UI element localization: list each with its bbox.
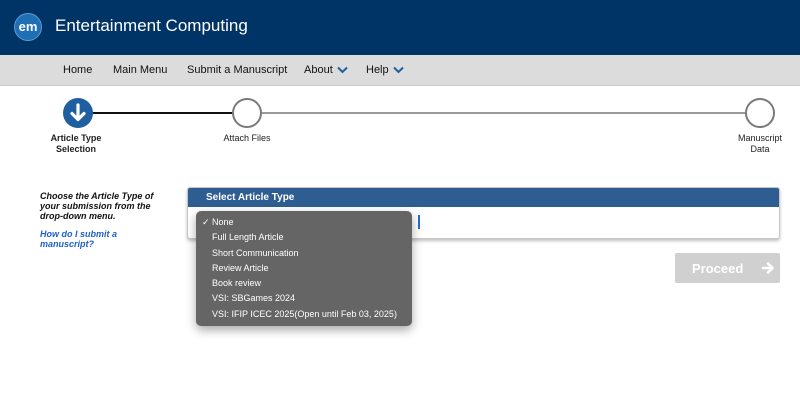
step-3-circle — [745, 98, 775, 128]
dropdown-option-full-length-article[interactable]: Full Length Article — [196, 230, 412, 245]
proceed-button[interactable]: Proceed — [675, 253, 780, 283]
top-header: em Entertainment Computing — [0, 0, 800, 55]
article-type-select[interactable] — [418, 215, 420, 229]
step-connector-pending — [248, 112, 760, 114]
arrow-down-icon — [70, 103, 86, 122]
step-2-circle — [232, 98, 262, 128]
instruction-text: Choose the Article Type of your submissi… — [40, 191, 154, 221]
nav-main-menu[interactable]: Main Menu — [113, 64, 167, 76]
arrow-right-icon — [761, 262, 774, 274]
nav-about[interactable]: About — [304, 64, 333, 76]
dropdown-option-review-article[interactable]: Review Article — [196, 261, 412, 276]
dropdown-option-vsi-sbgames[interactable]: VSI: SBGames 2024 — [196, 291, 412, 306]
step-3-label: Manuscript Data — [737, 133, 782, 154]
nav-home[interactable]: Home — [63, 64, 92, 76]
progress-stepper: Article Type Selection Attach Files Manu… — [0, 95, 800, 165]
step-connector-done — [78, 112, 248, 114]
dropdown-option-none[interactable]: ✓ None — [196, 215, 412, 230]
panel-header: Select Article Type — [188, 188, 779, 207]
nav-bar: Home Main Menu Submit a Manuscript About… — [0, 55, 800, 86]
logo: em — [14, 13, 42, 41]
help-link[interactable]: How do I submit a manuscript? — [40, 229, 150, 249]
nav-submit-manuscript[interactable]: Submit a Manuscript — [187, 64, 287, 76]
dropdown-option-short-communication[interactable]: Short Communication — [196, 246, 412, 261]
step-2-label: Attach Files — [223, 133, 271, 143]
app-title: Entertainment Computing — [55, 16, 248, 35]
checkmark-icon: ✓ — [202, 217, 210, 227]
proceed-label: Proceed — [692, 261, 744, 276]
dropdown-option-vsi-ifip-icec[interactable]: VSI: IFIP ICEC 2025(Open until Feb 03, 2… — [196, 307, 412, 322]
step-1-label: Article Type Selection — [50, 133, 102, 154]
chevron-down-icon[interactable] — [337, 66, 348, 74]
article-type-dropdown-menu: ✓ None Full Length Article Short Communi… — [196, 211, 412, 326]
chevron-down-icon[interactable] — [393, 66, 404, 74]
step-1-circle — [63, 98, 93, 128]
nav-help[interactable]: Help — [366, 64, 389, 76]
dropdown-option-book-review[interactable]: Book review — [196, 276, 412, 291]
